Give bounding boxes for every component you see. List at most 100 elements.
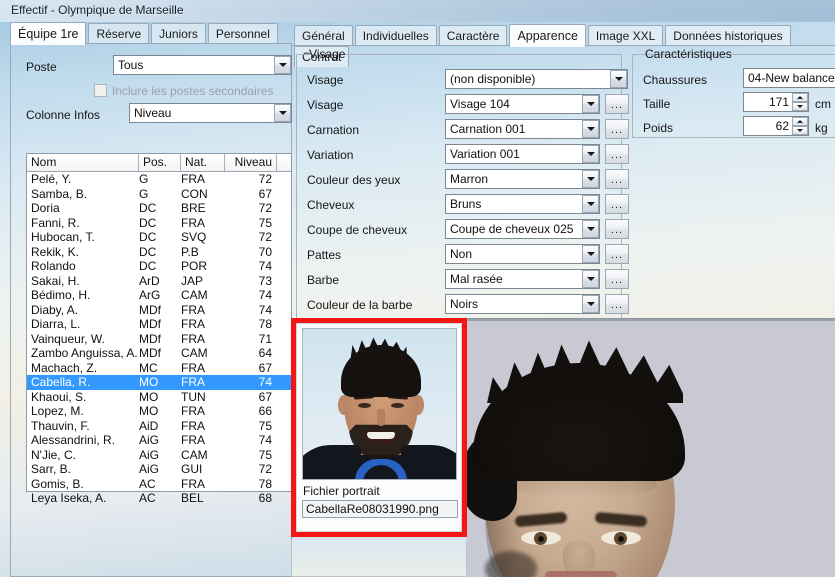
colonne-infos-combobox[interactable]: Niveau xyxy=(129,103,292,123)
include-secondary-checkbox[interactable] xyxy=(94,84,107,97)
spin-up-icon[interactable] xyxy=(792,93,808,102)
table-row[interactable]: Diarra, L. MDf FRA 78 xyxy=(27,317,291,332)
face-3d-viewport[interactable] xyxy=(467,318,835,577)
tab-general[interactable]: Général xyxy=(294,25,353,46)
table-row[interactable]: N'Jie, C. AiG CAM 75 xyxy=(27,448,291,463)
table-row[interactable]: Sakai, H. ArD JAP 73 xyxy=(27,274,291,289)
cell-pos: MDf xyxy=(139,331,161,346)
tab-donnees-historiques[interactable]: Données historiques xyxy=(665,25,791,46)
cell-nat: FRA xyxy=(181,172,205,186)
cell-nat: CAM xyxy=(181,447,208,462)
taille-unit: cm xyxy=(815,97,831,111)
visage-browse-button-5[interactable]: ... xyxy=(605,194,629,214)
tab-personnel[interactable]: Personnel xyxy=(207,23,278,44)
player-list-body: Pelé, Y. G FRA 72 Samba, B. G CON 67 Doria DC BRE 7… xyxy=(27,172,291,506)
table-row[interactable]: Doria DC BRE 72 xyxy=(27,201,291,216)
column-header-nom[interactable]: Nom xyxy=(27,154,139,171)
visage-browse-button-7[interactable]: ... xyxy=(605,244,629,264)
player-list[interactable]: Nom Pos. Nat. Niveau Pelé, Y. G FRA 72 Samba… xyxy=(26,153,292,505)
tab-caractere[interactable]: Caractère xyxy=(438,25,508,46)
table-row[interactable]: Thauvin, F. AiD FRA 75 xyxy=(27,419,291,434)
tab-equipe-1re[interactable]: Équipe 1re xyxy=(10,22,87,45)
visage-field-combobox-8[interactable]: Mal rasée xyxy=(445,269,600,289)
visage-browse-button-1[interactable]: ... xyxy=(605,94,629,114)
portrait-image[interactable] xyxy=(302,328,457,480)
chevron-down-icon[interactable] xyxy=(582,195,599,213)
cell-pos: G xyxy=(139,172,149,186)
tab-image-xxl[interactable]: Image XXL xyxy=(587,25,664,46)
tab-apparence[interactable]: Apparence xyxy=(509,24,586,47)
poids-label: Poids xyxy=(643,121,674,135)
chevron-down-icon[interactable] xyxy=(582,220,599,238)
spin-down-icon[interactable] xyxy=(792,102,808,111)
table-row[interactable]: Gomis, B. AC FRA 78 xyxy=(27,477,291,492)
table-row[interactable]: Diaby, A. MDf FRA 74 xyxy=(27,303,291,318)
chevron-down-icon[interactable] xyxy=(582,295,599,313)
column-header-pos[interactable]: Pos. xyxy=(139,154,181,171)
chevron-down-icon[interactable] xyxy=(582,145,599,163)
table-row[interactable]: Fanni, R. DC FRA 75 xyxy=(27,216,291,231)
cell-pos: MO xyxy=(139,389,159,404)
portrait-file-label: Fichier portrait xyxy=(303,484,380,498)
chaussures-combobox[interactable]: 04-New balance F xyxy=(743,68,835,88)
table-row[interactable]: Khaoui, S. MO TUN 67 xyxy=(27,390,291,405)
table-row[interactable]: Cabella, R. MO FRA 74 xyxy=(27,375,291,390)
table-row[interactable]: Sarr, B. AiG GUI 72 xyxy=(27,462,291,477)
cell-pos: DC xyxy=(139,215,157,230)
visage-field-combobox-2[interactable]: Carnation 001 xyxy=(445,119,600,139)
visage-field-combobox-3[interactable]: Variation 001 xyxy=(445,144,600,164)
poste-combobox[interactable]: Tous xyxy=(113,55,292,75)
chevron-down-icon[interactable] xyxy=(582,170,599,188)
visage-browse-button-2[interactable]: ... xyxy=(605,119,629,139)
column-header-nat[interactable]: Nat. xyxy=(181,154,225,171)
visage-field-combobox-4[interactable]: Marron xyxy=(445,169,600,189)
poids-stepper[interactable]: 62 xyxy=(743,116,809,136)
visage-field-combobox-6[interactable]: Coupe de cheveux 025 xyxy=(445,219,600,239)
portrait-file-input[interactable]: CabellaRe08031990.png xyxy=(302,500,458,518)
visage-browse-button-6[interactable]: ... xyxy=(605,219,629,239)
table-row[interactable]: Leya Iseka, A. AC BEL 68 xyxy=(27,491,291,506)
visage-field-combobox-0[interactable]: (non disponible) xyxy=(445,69,628,89)
tab-individuelles[interactable]: Individuelles xyxy=(354,25,437,46)
face3d-pupil-left xyxy=(538,536,544,542)
cell-pos: MO xyxy=(139,404,159,418)
cell-nom: Machach, Z. xyxy=(31,360,98,375)
chevron-down-icon[interactable] xyxy=(582,270,599,288)
chevron-down-icon[interactable] xyxy=(274,56,291,74)
table-row[interactable]: Samba, B. G CON 67 xyxy=(27,187,291,202)
chevron-down-icon[interactable] xyxy=(610,70,627,88)
chevron-down-icon[interactable] xyxy=(582,245,599,263)
chevron-down-icon[interactable] xyxy=(274,104,291,122)
spin-up-icon[interactable] xyxy=(792,117,808,126)
table-row[interactable]: Vainqueur, W. MDf FRA 71 xyxy=(27,332,291,347)
table-row[interactable]: Bédimo, H. ArG CAM 74 xyxy=(27,288,291,303)
chevron-down-icon[interactable] xyxy=(582,95,599,113)
table-row[interactable]: Rekik, K. DC P.B 70 xyxy=(27,245,291,260)
visage-browse-button-8[interactable]: ... xyxy=(605,269,629,289)
chevron-down-icon[interactable] xyxy=(582,120,599,138)
visage-field-combobox-5[interactable]: Bruns xyxy=(445,194,600,214)
taille-spin-buttons[interactable] xyxy=(792,93,808,111)
visage-field-combobox-7[interactable]: Non xyxy=(445,244,600,264)
column-header-niveau[interactable]: Niveau xyxy=(225,154,277,171)
cell-nat: POR xyxy=(181,259,208,273)
poids-value: 62 xyxy=(775,119,789,133)
table-row[interactable]: Zambo Anguissa, A. MDf CAM 64 xyxy=(27,346,291,361)
table-row[interactable]: Hubocan, T. DC SVQ 72 xyxy=(27,230,291,245)
tab-reserve[interactable]: Réserve xyxy=(88,23,150,44)
visage-field-combobox-1[interactable]: Visage 104 xyxy=(445,94,600,114)
table-row[interactable]: Lopez, M. MO FRA 66 xyxy=(27,404,291,419)
table-row[interactable]: Machach, Z. MC FRA 67 xyxy=(27,361,291,376)
face-3d-model[interactable] xyxy=(467,319,835,577)
poids-spin-buttons[interactable] xyxy=(792,117,808,135)
spin-down-icon[interactable] xyxy=(792,126,808,135)
visage-browse-button-4[interactable]: ... xyxy=(605,169,629,189)
table-row[interactable]: Rolando DC POR 74 xyxy=(27,259,291,274)
tab-juniors[interactable]: Juniors xyxy=(151,23,206,44)
visage-browse-button-9[interactable]: ... xyxy=(605,294,629,314)
table-row[interactable]: Alessandrini, R. AiG FRA 74 xyxy=(27,433,291,448)
visage-field-combobox-9[interactable]: Noirs xyxy=(445,294,600,314)
table-row[interactable]: Pelé, Y. G FRA 72 xyxy=(27,172,291,187)
taille-stepper[interactable]: 171 xyxy=(743,92,809,112)
visage-browse-button-3[interactable]: ... xyxy=(605,144,629,164)
